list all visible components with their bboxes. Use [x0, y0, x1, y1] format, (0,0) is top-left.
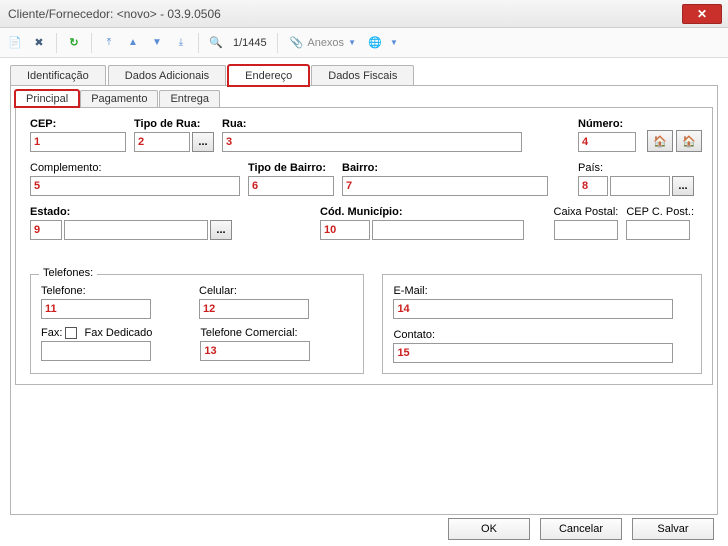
fax-input[interactable]: [41, 341, 151, 361]
estado-lookup-button[interactable]: ...: [210, 220, 232, 240]
complemento-input[interactable]: [30, 176, 240, 196]
close-button[interactable]: ✕: [682, 4, 722, 24]
nav-prev-icon[interactable]: ▲: [124, 34, 142, 52]
cep-c-post-label: CEP C. Post.:: [626, 206, 694, 218]
telefones-legend: Telefones:: [39, 267, 97, 279]
search-icon[interactable]: 🔍: [207, 34, 225, 52]
contato-label: Contato:: [393, 329, 683, 341]
main-content: Identificação Dados Adicionais Endereço …: [0, 58, 728, 515]
subtab-principal[interactable]: Principal: [15, 90, 79, 107]
telefone-comercial-label: Telefone Comercial:: [200, 327, 310, 339]
cep-label: CEP:: [30, 118, 126, 130]
ok-button[interactable]: OK: [448, 518, 530, 540]
tipo-bairro-label: Tipo de Bairro:: [248, 162, 334, 174]
toolbar-separator: [277, 33, 278, 53]
pais-name-input[interactable]: [610, 176, 670, 196]
window-title: Cliente/Fornecedor: <novo> - 03.9.0506: [8, 7, 682, 21]
tipo-rua-input[interactable]: [134, 132, 190, 152]
bairro-label: Bairro:: [342, 162, 570, 174]
endereco-principal-panel: CEP: Tipo de Rua: ... Rua: Número:: [15, 107, 713, 385]
sub-tabs: Principal Pagamento Entrega: [15, 90, 713, 107]
chevron-down-icon: ▼: [348, 38, 356, 47]
numero-label: Número:: [578, 118, 636, 130]
nav-next-icon[interactable]: ▼: [148, 34, 166, 52]
numero-input[interactable]: [578, 132, 636, 152]
estado-code-input[interactable]: [30, 220, 62, 240]
estado-label: Estado:: [30, 206, 232, 218]
nav-first-icon[interactable]: ⤒: [100, 34, 118, 52]
toolbar-separator: [91, 33, 92, 53]
cancelar-button[interactable]: Cancelar: [540, 518, 622, 540]
cod-municipio-input[interactable]: [320, 220, 370, 240]
fax-dedicado-label: Fax Dedicado: [85, 327, 153, 339]
close-icon: ✕: [697, 7, 707, 21]
attach-icon: 📎: [290, 36, 304, 49]
telefone-label: Telefone:: [41, 285, 151, 297]
bairro-input[interactable]: [342, 176, 548, 196]
salvar-button[interactable]: Salvar: [632, 518, 714, 540]
titlebar: Cliente/Fornecedor: <novo> - 03.9.0506 ✕: [0, 0, 728, 28]
toolbar: 📄 ✖ ↻ ⤒ ▲ ▼ ⤓ 🔍 1/1445 📎 Anexos ▼ 🌐 ▼: [0, 28, 728, 58]
estado-name-input[interactable]: [64, 220, 208, 240]
tab-dados-fiscais[interactable]: Dados Fiscais: [311, 65, 414, 86]
caixa-postal-label: Caixa Postal:: [554, 206, 619, 218]
pais-code-input[interactable]: [578, 176, 608, 196]
tab-endereco[interactable]: Endereço: [228, 65, 309, 86]
dialog-buttons: OK Cancelar Salvar: [448, 518, 714, 540]
delete-icon[interactable]: ✖: [30, 34, 48, 52]
attachments-dropdown[interactable]: 📎 Anexos ▼: [286, 36, 360, 49]
email-input[interactable]: [393, 299, 673, 319]
rua-input[interactable]: [222, 132, 522, 152]
municipio-name-input[interactable]: [372, 220, 524, 240]
fax-dedicado-checkbox[interactable]: [65, 327, 77, 339]
tab-dados-adicionais[interactable]: Dados Adicionais: [108, 65, 226, 86]
caixa-postal-input[interactable]: [554, 220, 618, 240]
telefone-input[interactable]: [41, 299, 151, 319]
toolbar-separator: [198, 33, 199, 53]
celular-input[interactable]: [199, 299, 309, 319]
subtab-pagamento[interactable]: Pagamento: [80, 90, 158, 107]
toolbar-separator: [56, 33, 57, 53]
tab-identificacao[interactable]: Identificação: [10, 65, 106, 86]
tipo-bairro-input[interactable]: [248, 176, 334, 196]
rua-label: Rua:: [222, 118, 570, 130]
attachments-label: Anexos: [307, 37, 344, 49]
telefone-comercial-input[interactable]: [200, 341, 310, 361]
globe-icon[interactable]: 🌐: [366, 34, 384, 52]
record-counter: 1/1445: [231, 37, 269, 49]
house-arrow-icon: 🏠: [682, 135, 696, 148]
chevron-down-icon[interactable]: ▼: [390, 38, 398, 47]
refresh-icon[interactable]: ↻: [65, 34, 83, 52]
house-arrow-icon: 🏠: [653, 135, 667, 148]
house-orange-button[interactable]: 🏠: [647, 130, 673, 152]
complemento-label: Complemento:: [30, 162, 240, 174]
pais-label: País:: [578, 162, 694, 174]
fax-label: Fax: Fax Dedicado: [41, 327, 152, 339]
nav-last-icon[interactable]: ⤓: [172, 34, 190, 52]
contato-input[interactable]: [393, 343, 673, 363]
cod-municipio-label: Cód. Município:: [320, 206, 524, 218]
house-blue-button[interactable]: 🏠: [676, 130, 702, 152]
main-tabs: Identificação Dados Adicionais Endereço …: [10, 65, 718, 86]
email-label: E-Mail:: [393, 285, 683, 297]
subtab-entrega[interactable]: Entrega: [159, 90, 220, 107]
tipo-rua-lookup-button[interactable]: ...: [192, 132, 214, 152]
cep-c-post-input[interactable]: [626, 220, 690, 240]
main-panel: Principal Pagamento Entrega CEP: Tipo de…: [10, 85, 718, 515]
pais-lookup-button[interactable]: ...: [672, 176, 694, 196]
tipo-rua-label: Tipo de Rua:: [134, 118, 214, 130]
new-doc-icon[interactable]: 📄: [6, 34, 24, 52]
cep-input[interactable]: [30, 132, 126, 152]
celular-label: Celular:: [199, 285, 309, 297]
fax-text: Fax:: [41, 327, 62, 339]
